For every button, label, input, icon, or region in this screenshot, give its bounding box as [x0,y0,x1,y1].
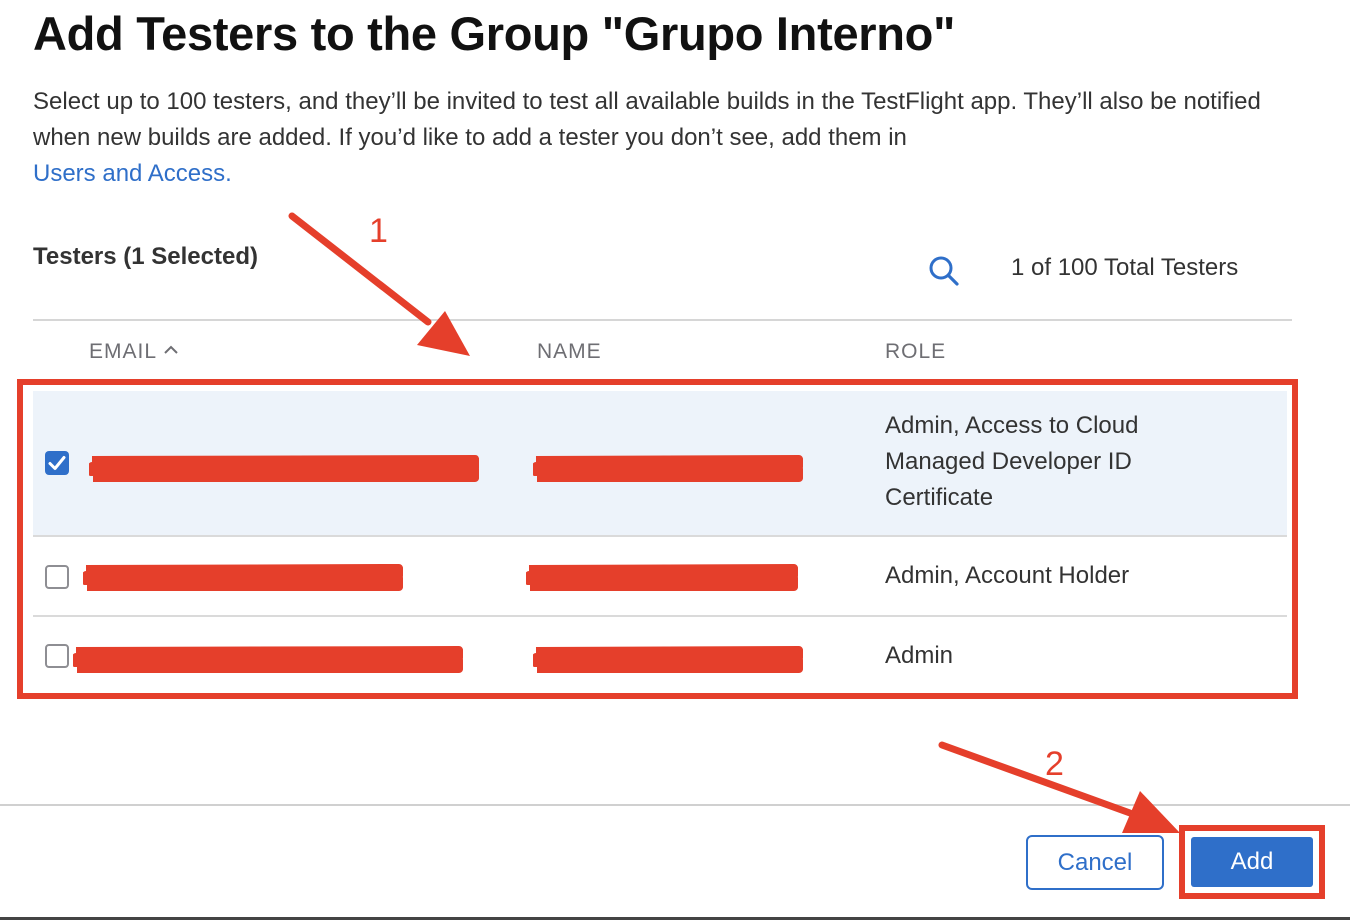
annotation-arrow-2 [938,741,1134,817]
annotation-arrows [288,212,1180,833]
annotation-step-1: 1 [369,212,388,250]
annotation-step-2: 2 [1045,745,1064,783]
annotation-arrow-1 [288,212,432,326]
